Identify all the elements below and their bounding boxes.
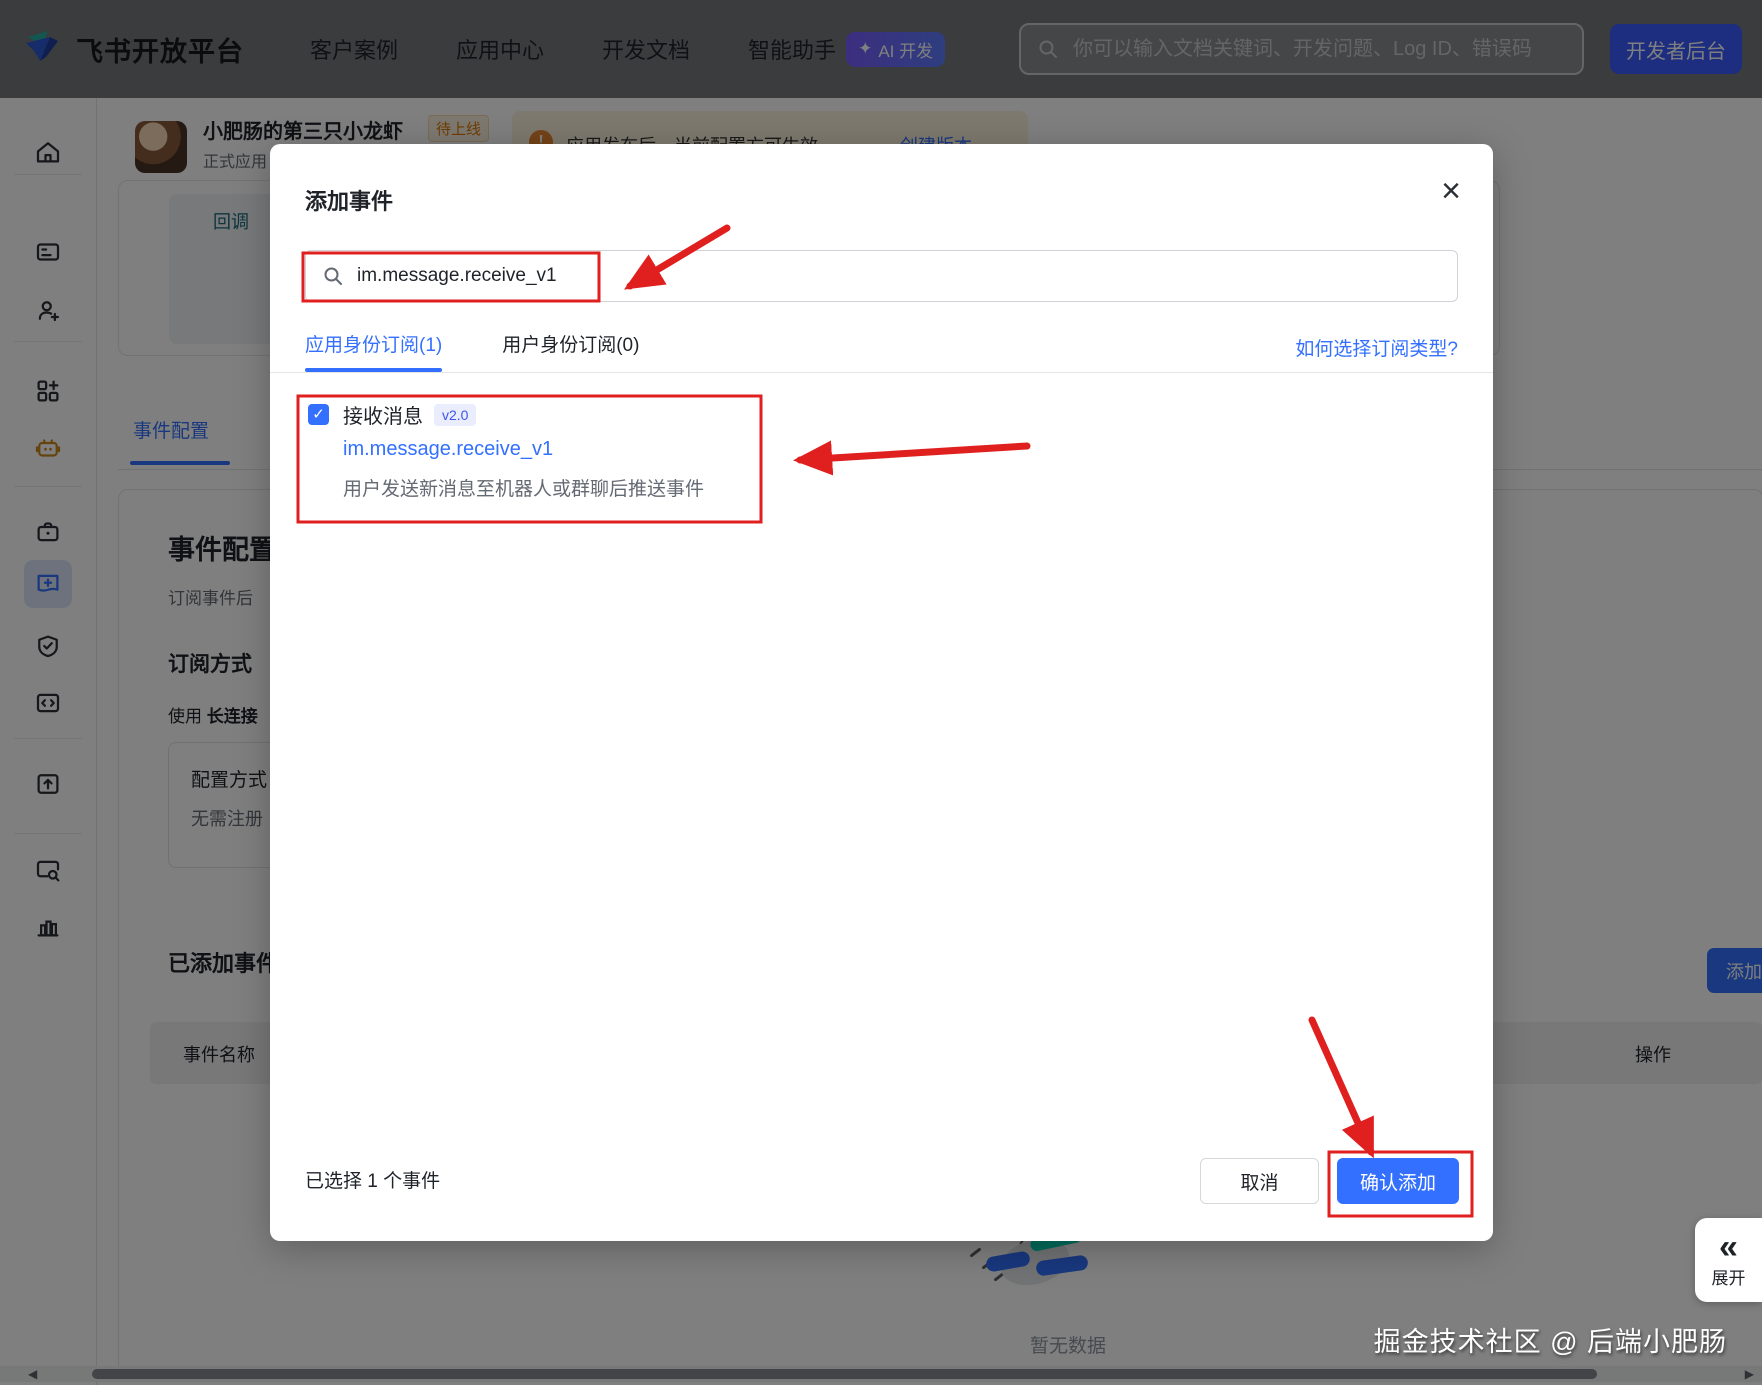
event-list-item[interactable]: ✓ 接收消息 v2.0 im.message.receive_v1 用户发送新消… — [305, 396, 1065, 526]
event-code-link[interactable]: im.message.receive_v1 — [343, 438, 553, 461]
event-search-input[interactable] — [355, 264, 1441, 288]
selected-count-text: 已选择 1 个事件 — [305, 1171, 441, 1192]
watermark: 掘金技术社区 @ 后端小肥肠 — [1373, 1327, 1727, 1357]
tab-user-subscription[interactable]: 用户身份订阅(0) — [502, 330, 639, 372]
event-description: 用户发送新消息至机器人或群聊后推送事件 — [343, 479, 705, 500]
expand-label: 展开 — [1711, 1268, 1746, 1288]
event-version-badge: v2.0 — [434, 403, 477, 426]
event-name: 接收消息 — [343, 406, 423, 428]
tabs-divider — [270, 372, 1493, 373]
cancel-button[interactable]: 取消 — [1200, 1158, 1319, 1204]
tab-app-subscription[interactable]: 应用身份订阅(1) — [305, 330, 443, 372]
subscription-tabs: 应用身份订阅(1) 用户身份订阅(0) — [305, 330, 639, 372]
search-icon — [324, 267, 342, 285]
add-event-modal: 添加事件 × 应用身份订阅(1) 用户身份订阅(0) 如何选择订阅类型? ✓ 接… — [270, 144, 1493, 1241]
modal-title: 添加事件 — [305, 189, 394, 214]
close-icon[interactable]: × — [1441, 174, 1461, 208]
event-checkbox[interactable]: ✓ — [308, 404, 329, 425]
page: 飞书开放平台 客户案例 应用中心 开发文档 智能助手 ✦AI 开发 开发者后台 … — [0, 0, 1762, 1385]
event-name-row: 接收消息 v2.0 — [343, 400, 477, 429]
event-search-box[interactable] — [305, 250, 1458, 302]
expand-panel[interactable]: « 展开 — [1695, 1218, 1762, 1302]
subscription-help-link[interactable]: 如何选择订阅类型? — [1295, 334, 1458, 361]
double-chevron-left-icon: « — [1719, 1227, 1738, 1266]
confirm-add-button[interactable]: 确认添加 — [1337, 1158, 1459, 1204]
